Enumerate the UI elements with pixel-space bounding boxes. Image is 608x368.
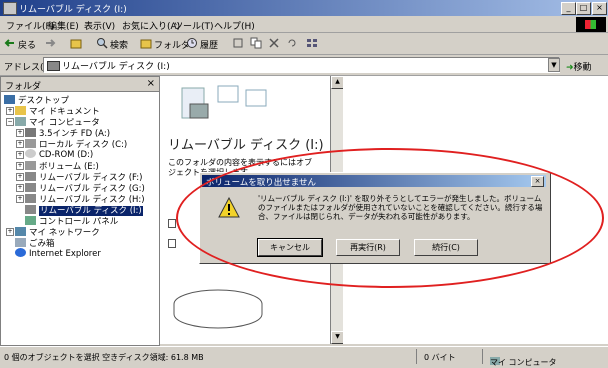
removable-disk-icon [25,205,36,214]
tree-item-removable-f[interactable]: リムーバブル ディスク (F:) [25,171,142,183]
forward-arrow-icon[interactable] [44,37,56,49]
expand-toggle[interactable]: + [16,162,24,170]
go-button[interactable]: ➜移動 [566,60,592,73]
expand-toggle[interactable]: + [16,173,24,181]
expand-toggle[interactable]: + [6,107,14,115]
expand-toggle[interactable]: + [6,228,14,236]
control-panel-icon [25,216,36,225]
tree-item-removable-g[interactable]: リムーバブル ディスク (G:) [25,182,145,194]
toolbar: 戻る 検索 フォルダ 履歴 [0,33,608,55]
content-heading: リムーバブル ディスク (I:) [168,138,324,153]
history-icon[interactable] [186,37,198,49]
collapse-toggle[interactable]: − [6,118,14,126]
menu-view[interactable]: 表示(V) [84,19,115,32]
status-size: 0 バイト [424,353,456,362]
removable-disk-icon [25,172,36,181]
expand-toggle[interactable]: + [16,184,24,192]
hard-disk-icon [25,161,36,170]
folders-pane: フォルダ × デスクトップ + マイ ドキュメント − マイ コンピュータ + … [0,76,160,346]
expand-toggle[interactable]: + [16,129,24,137]
back-button[interactable]: 戻る [18,38,36,51]
explorer-window: リムーバブル ディスク (I:) _ □ × ファイル(F) 編集(E) 表示(… [0,0,608,367]
drive-icon [47,61,60,71]
copy-to-icon[interactable] [250,37,262,49]
close-button[interactable]: × [592,2,607,15]
address-dropdown-button[interactable]: ▼ [548,58,560,72]
folders-pane-header: フォルダ × [1,77,159,92]
go-label: 移動 [573,63,592,73]
tree-item-internet-explorer[interactable]: Internet Explorer [15,248,101,259]
tree-item-cdrom[interactable]: CD-ROM (D:) [25,149,93,160]
menu-tools[interactable]: ツール(T) [174,19,214,32]
tree-item-volume[interactable]: ボリューム (E:) [25,160,99,172]
network-icon [15,227,26,236]
address-value: リムーバブル ディスク (I:) [62,62,170,72]
highlight-ellipse [176,148,604,288]
title-bar: リムーバブル ディスク (I:) _ □ × [0,0,608,16]
menu-favorites[interactable]: お気に入り(A) [122,19,180,32]
move-to-icon[interactable] [232,37,244,49]
floppy-icon [25,128,36,137]
tree-item-removable-h[interactable]: リムーバブル ディスク (H:) [25,193,145,205]
checkbox[interactable] [168,219,176,228]
expand-toggle[interactable]: + [16,195,24,203]
views-icon[interactable] [306,37,318,49]
removable-disk-icon [25,194,36,203]
menu-edit[interactable]: 編集(E) [48,19,79,32]
recycle-bin-icon [15,238,26,247]
status-divider [416,349,417,364]
tree-item-removable-i[interactable]: リムーバブル ディスク (I:) [25,204,143,216]
menu-file[interactable]: ファイル(F) [6,19,54,32]
menu-help[interactable]: ヘルプ(H) [214,19,255,32]
checkbox[interactable] [168,239,176,248]
tree-item-control-panel[interactable]: コントロール パネル [25,215,118,227]
removable-disk-banner-icon [181,85,267,119]
tree-item-desktop[interactable]: デスクトップ [4,94,69,106]
folders-pane-close-button[interactable]: × [147,78,155,89]
delete-icon[interactable] [268,37,280,49]
computer-icon [15,117,26,126]
address-bar: アドレス(D) リムーバブル ディスク (I:) ▼ ➜移動 [0,55,608,76]
back-arrow-icon[interactable] [4,37,16,49]
folder-icon [15,106,26,115]
tree-item-local-disk[interactable]: ローカル ディスク (C:) [25,138,127,150]
up-folder-icon[interactable] [70,37,82,49]
status-divider [482,349,483,364]
folders-button[interactable]: フォルダ [154,38,190,51]
drive-icon [3,2,17,15]
minimize-button[interactable]: _ [561,2,576,15]
windows-flag-icon [585,20,596,29]
expand-toggle[interactable]: + [16,140,24,148]
go-arrow-icon: ➜ [566,63,574,73]
maximize-button[interactable]: □ [576,2,591,15]
address-input[interactable]: リムーバブル ディスク (I:) [43,57,560,73]
expand-toggle[interactable]: + [16,151,24,159]
status-bar: 0 個のオブジェクトを選択 空きディスク領域: 61.8 MB 0 バイト マイ… [0,346,608,367]
tree-item-floppy[interactable]: 3.5インチ FD (A:) [25,127,110,139]
windows-logo [576,17,606,32]
history-button[interactable]: 履歴 [200,38,218,51]
cd-icon [25,149,36,158]
tree-item-my-network[interactable]: マイ ネットワーク [15,226,100,238]
status-text: 0 個のオブジェクトを選択 空きディスク領域: 61.8 MB [4,353,204,362]
tree-item-recycle-bin[interactable]: ごみ箱 [15,237,55,249]
undo-icon[interactable] [286,37,298,49]
desktop-icon [4,95,15,104]
search-icon[interactable] [96,37,108,49]
folders-icon[interactable] [140,37,152,49]
hard-disk-icon [25,139,36,148]
menu-bar: ファイル(F) 編集(E) 表示(V) お気に入り(A) ツール(T) ヘルプ(… [0,17,608,33]
tree-item-my-computer[interactable]: マイ コンピュータ [15,116,100,128]
search-button[interactable]: 検索 [110,38,128,51]
tree-item-my-documents[interactable]: マイ ドキュメント [15,105,100,117]
internet-explorer-icon [15,248,26,257]
disk-illustration-icon [173,289,263,329]
window-title: リムーバブル ディスク (I:) [19,5,127,15]
folders-pane-title: フォルダ [5,82,42,92]
removable-disk-icon [25,183,36,192]
